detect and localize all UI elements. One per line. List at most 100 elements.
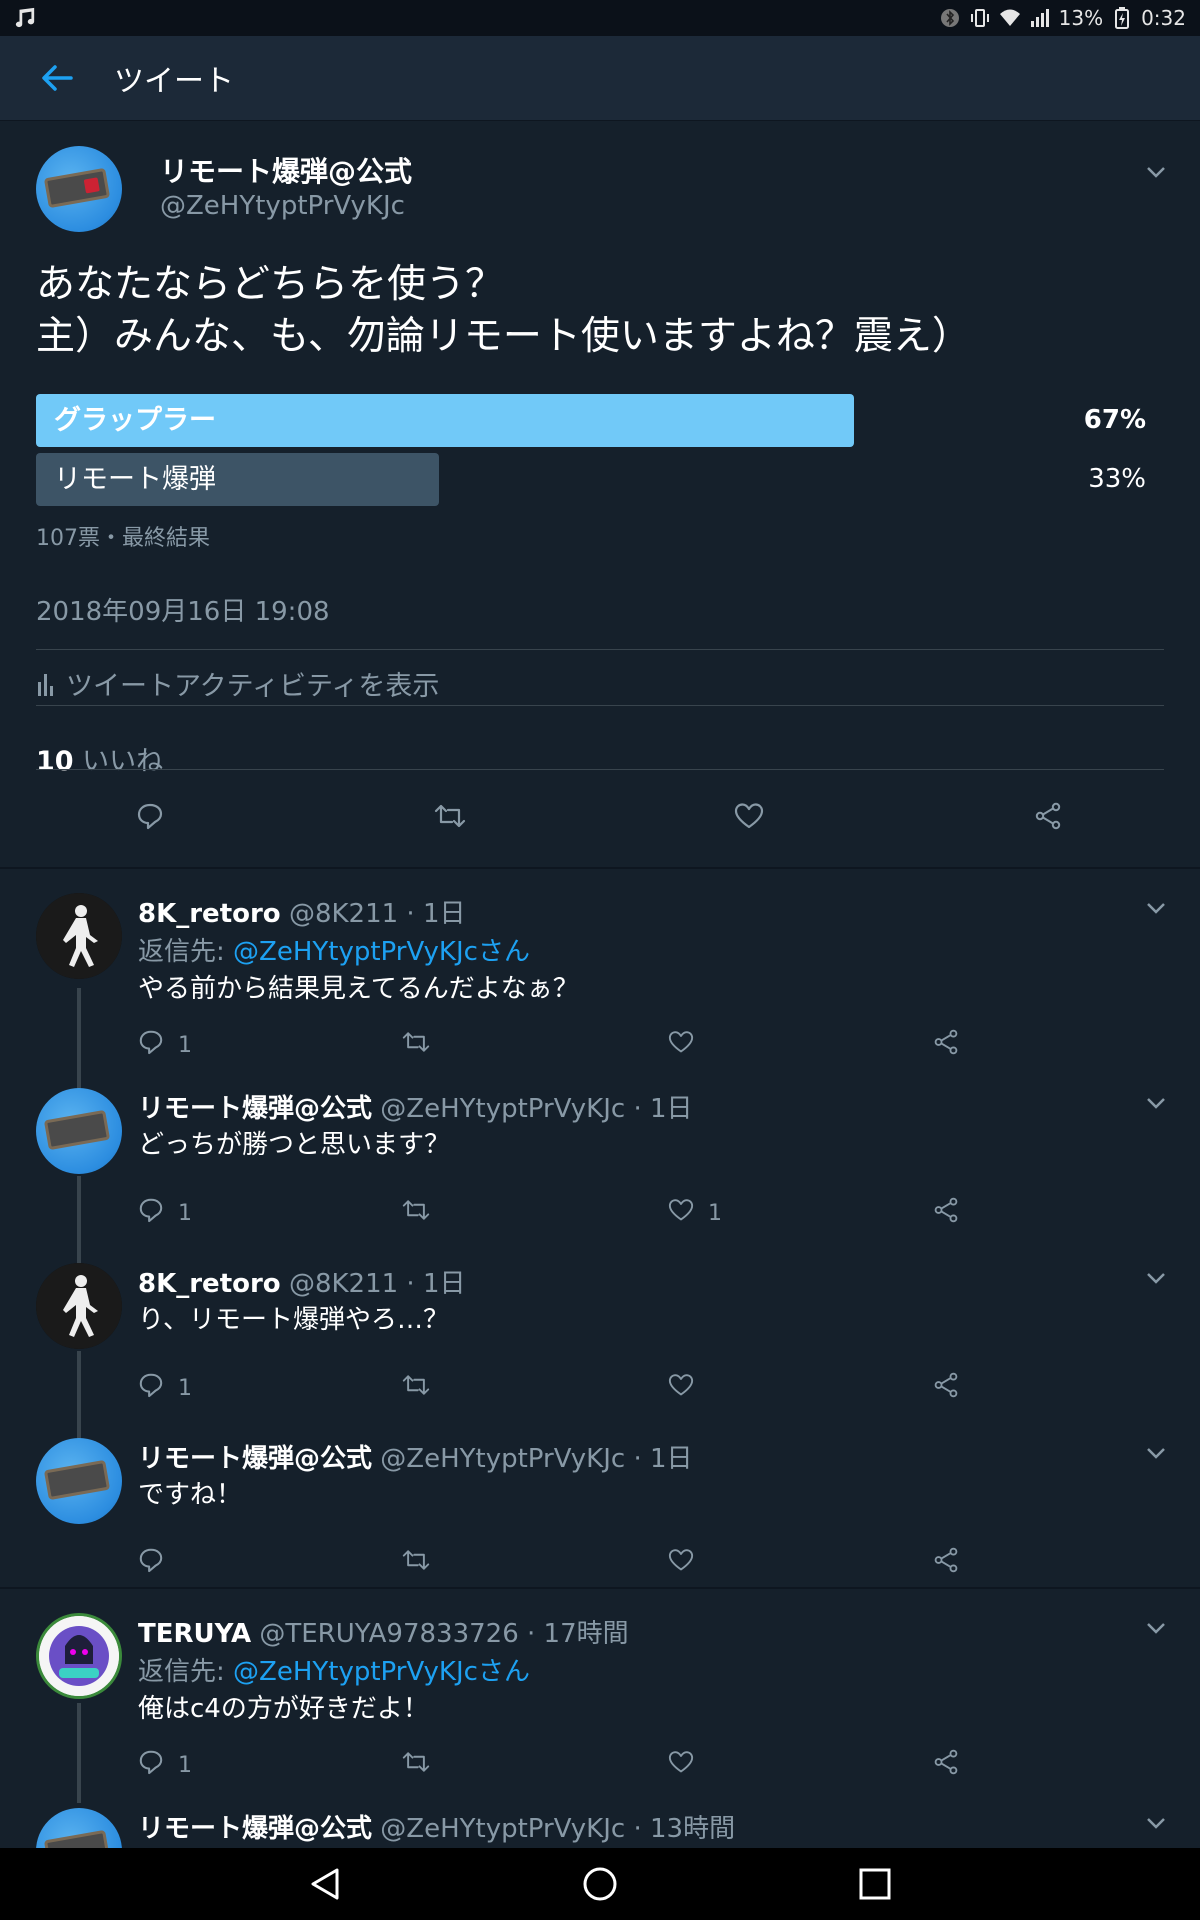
share-button[interactable] — [933, 1538, 959, 1588]
poll-option-1: グラップラー 67% — [36, 394, 1146, 447]
reply-author-name[interactable]: リモート爆弾@公式 — [138, 1814, 372, 1844]
likes-count: 10 — [36, 746, 74, 777]
chevron-down-icon[interactable] — [1141, 1438, 1171, 1468]
share-button[interactable] — [933, 1020, 959, 1070]
tweet-actions — [0, 791, 1200, 841]
poll-option-2: リモート爆弾 33% — [36, 453, 1146, 506]
reply-icon — [138, 1029, 164, 1061]
retweet-icon — [402, 1372, 430, 1404]
author-avatar[interactable] — [36, 146, 122, 232]
page-title: ツイート — [114, 64, 234, 99]
system-nav-bar — [0, 1848, 1200, 1920]
reply-author-name[interactable]: リモート爆弾@公式 — [138, 1444, 372, 1474]
battery-percent: 13% — [1058, 6, 1104, 30]
chevron-down-icon[interactable] — [1141, 1613, 1171, 1643]
share-button[interactable] — [933, 1363, 959, 1413]
nav-recents-button[interactable] — [835, 1848, 915, 1920]
reply-button[interactable]: 1 — [138, 1363, 192, 1413]
section-separator — [0, 1587, 1200, 1589]
reply-actions: 1 — [0, 1363, 1200, 1413]
like-button[interactable] — [668, 1020, 708, 1070]
thread-line — [77, 1703, 81, 1803]
reply-icon — [138, 1197, 164, 1229]
reply-avatar[interactable] — [36, 1088, 122, 1174]
reply-actions: 1 1 — [0, 1188, 1200, 1238]
reply-text: り、リモート爆弾やろ…？ — [138, 1305, 449, 1335]
reply-to-link[interactable]: @ZeHYtyptPrVyKJcさん — [233, 1657, 530, 1687]
nav-back-button[interactable] — [285, 1848, 365, 1920]
divider — [36, 769, 1164, 770]
reply-icon — [137, 803, 163, 830]
reply-button[interactable]: 1 — [138, 1020, 192, 1070]
retweet-button[interactable] — [402, 1363, 430, 1413]
retweet-button[interactable] — [402, 1740, 430, 1790]
author-name[interactable]: リモート爆弾@公式 — [160, 150, 412, 190]
reply-button[interactable]: 1 — [138, 1740, 192, 1790]
reply-to-link[interactable]: @ZeHYtyptPrVyKJcさん — [233, 937, 530, 967]
triangle-back-icon — [311, 1868, 339, 1900]
retweet-button[interactable] — [402, 1020, 430, 1070]
reply-author-handle[interactable]: @TERUYA97833726 · 17時間 — [259, 1619, 628, 1649]
chevron-down-icon[interactable] — [1141, 1263, 1171, 1293]
like-button[interactable] — [668, 1740, 708, 1790]
reply-header: リモート爆弾@公式 @ZeHYtyptPrVyKJc · 1日 — [138, 1088, 693, 1125]
reply-author-handle[interactable]: @ZeHYtyptPrVyKJc · 13時間 — [380, 1814, 735, 1844]
reply-icon — [138, 1372, 164, 1404]
reply-count: 1 — [178, 1752, 192, 1778]
reply-actions: 1 — [0, 1740, 1200, 1790]
reply-avatar[interactable] — [36, 1438, 122, 1524]
chevron-down-icon[interactable] — [1141, 157, 1171, 187]
reply-button[interactable] — [138, 1538, 178, 1588]
retweet-button[interactable] — [434, 791, 466, 841]
reply-header: リモート爆弾@公式 @ZeHYtyptPrVyKJc · 1日 — [138, 1438, 693, 1475]
chevron-down-icon[interactable] — [1141, 893, 1171, 923]
tweet-activity-label: ツイートアクティビティを表示 — [66, 671, 440, 702]
chevron-down-icon[interactable] — [1141, 1088, 1171, 1118]
share-button[interactable] — [1034, 791, 1062, 841]
retweet-button[interactable] — [402, 1188, 430, 1238]
tweet-timestamp: 2018年09月16日 19:08 — [36, 597, 330, 627]
likes-summary[interactable]: 10 いいね — [36, 739, 163, 778]
reply-author-name[interactable]: TERUYA — [138, 1619, 251, 1649]
share-button[interactable] — [933, 1188, 959, 1238]
reply-avatar[interactable] — [36, 1613, 122, 1699]
like-count: 1 — [708, 1200, 722, 1226]
reply-avatar[interactable] — [36, 1263, 122, 1349]
reply-author-name[interactable]: 8K_retoro — [138, 1269, 281, 1299]
like-button[interactable]: 1 — [668, 1188, 722, 1238]
tweet-activity-link[interactable]: ツイートアクティビティを表示 — [36, 664, 439, 703]
retweet-button[interactable] — [402, 1538, 430, 1588]
reply-author-name[interactable]: 8K_retoro — [138, 899, 281, 929]
main-tweet: リモート爆弾@公式 @ZeHYtyptPrVyKJc あなたならどちらを使う？ … — [0, 121, 1200, 869]
heart-icon — [734, 803, 764, 829]
likes-label: いいね — [82, 746, 164, 777]
share-icon — [933, 1197, 959, 1229]
retweet-icon — [402, 1547, 430, 1579]
author-handle[interactable]: @ZeHYtyptPrVyKJc — [160, 191, 405, 221]
like-button[interactable] — [668, 1538, 708, 1588]
wifi-icon — [999, 7, 1021, 29]
arrow-left-icon — [42, 65, 73, 91]
like-button[interactable] — [668, 1363, 708, 1413]
reply-actions: 1 — [0, 1020, 1200, 1070]
chevron-down-icon[interactable] — [1141, 1808, 1171, 1838]
reply-avatar[interactable] — [36, 893, 122, 979]
heart-icon — [668, 1373, 694, 1403]
reply-author-name[interactable]: リモート爆弾@公式 — [138, 1094, 372, 1124]
nav-home-button[interactable] — [560, 1848, 640, 1920]
share-button[interactable] — [933, 1740, 959, 1790]
reply-author-handle[interactable]: @8K211 · 1日 — [289, 1269, 466, 1299]
back-button[interactable] — [0, 36, 114, 121]
reply-header: リモート爆弾@公式 @ZeHYtyptPrVyKJc · 13時間 — [138, 1808, 735, 1845]
reply-author-handle[interactable]: @8K211 · 1日 — [289, 899, 466, 929]
poll-option-percent: 33% — [1088, 464, 1146, 494]
reply-button[interactable] — [136, 791, 164, 841]
reply-author-handle[interactable]: @ZeHYtyptPrVyKJc · 1日 — [380, 1444, 692, 1474]
like-button[interactable] — [734, 791, 764, 841]
status-bar: 13% 0:32 — [0, 0, 1200, 36]
reply-button[interactable]: 1 — [138, 1188, 192, 1238]
heart-icon — [668, 1030, 694, 1060]
poll-summary: 107票・最終結果 — [36, 526, 210, 551]
divider — [36, 705, 1164, 706]
reply-author-handle[interactable]: @ZeHYtyptPrVyKJc · 1日 — [380, 1094, 692, 1124]
